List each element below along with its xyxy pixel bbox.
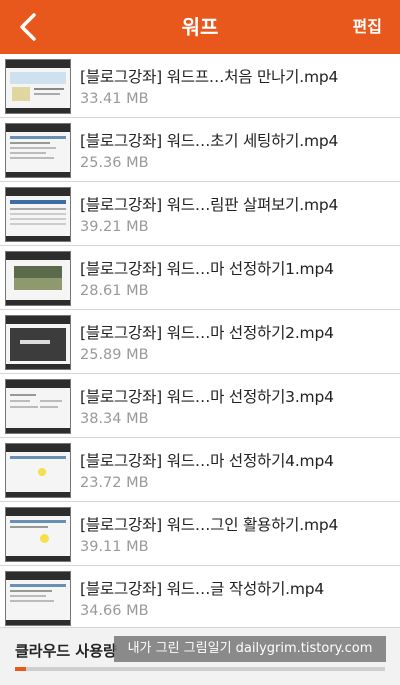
file-row[interactable]: [블로그강좌] 워드…글 작성하기.mp4 34.66 MB [0,566,400,630]
file-size: 39.21 MB [80,219,149,235]
page-title: 워프 [181,15,219,39]
file-row[interactable]: [블로그강좌] 워드…마 선정하기3.mp4 38.34 MB [0,374,400,438]
file-size: 38.34 MB [80,411,149,427]
file-size: 28.61 MB [80,283,149,299]
file-name: [블로그강좌] 워드프…처음 만나기.mp4 [80,68,339,86]
file-row[interactable]: [블로그강좌] 워드…마 선정하기4.mp4 23.72 MB [0,438,400,502]
file-name: [블로그강좌] 워드…글 작성하기.mp4 [80,580,325,598]
video-thumbnail [5,251,71,306]
cloud-usage-bar [15,667,385,671]
file-list: [블로그강좌] 워드프…처음 만나기.mp4 33.41 MB [블로그강좌] 워드… [0,54,400,630]
file-row[interactable]: [블로그강좌] 워드…마 선정하기2.mp4 25.89 MB [0,310,400,374]
video-thumbnail [5,443,71,498]
cloud-usage-label: 클라우드 사용량 [15,642,117,660]
video-thumbnail [5,315,71,370]
file-row[interactable]: [블로그강좌] 워드…초기 세팅하기.mp4 25.36 MB [0,118,400,182]
file-row[interactable]: [블로그강좌] 워드…그인 활용하기.mp4 39.11 MB [0,502,400,566]
file-size: 34.66 MB [80,603,149,619]
file-name: [블로그강좌] 워드…마 선정하기1.mp4 [80,260,334,278]
file-name: [블로그강좌] 워드…초기 세팅하기.mp4 [80,132,339,150]
video-thumbnail [5,507,71,562]
file-size: 25.89 MB [80,347,149,363]
header-bar: 워프 편집 [0,0,400,54]
back-button[interactable] [8,7,48,47]
chevron-left-icon [20,13,36,41]
edit-button[interactable]: 편집 [353,0,382,54]
watermark: 내가 그린 그림일기 dailygrim.tistory.com [114,636,386,662]
file-name: [블로그강좌] 워드…그인 활용하기.mp4 [80,516,339,534]
cloud-usage-fill [15,667,27,671]
file-size: 33.41 MB [80,91,149,107]
video-thumbnail [5,571,71,626]
file-name: [블로그강좌] 워드…림판 살펴보기.mp4 [80,196,339,214]
file-row[interactable]: [블로그강좌] 워드프…처음 만나기.mp4 33.41 MB [0,54,400,118]
file-size: 23.72 MB [80,475,149,491]
video-thumbnail [5,123,71,178]
video-thumbnail [5,59,71,114]
file-name: [블로그강좌] 워드…마 선정하기2.mp4 [80,324,334,342]
file-row[interactable]: [블로그강좌] 워드…림판 살펴보기.mp4 39.21 MB [0,182,400,246]
video-thumbnail [5,379,71,434]
file-name: [블로그강좌] 워드…마 선정하기3.mp4 [80,388,334,406]
video-thumbnail [5,187,71,242]
file-size: 25.36 MB [80,155,149,171]
file-size: 39.11 MB [80,539,149,555]
file-name: [블로그강좌] 워드…마 선정하기4.mp4 [80,452,334,470]
file-row[interactable]: [블로그강좌] 워드…마 선정하기1.mp4 28.61 MB [0,246,400,310]
